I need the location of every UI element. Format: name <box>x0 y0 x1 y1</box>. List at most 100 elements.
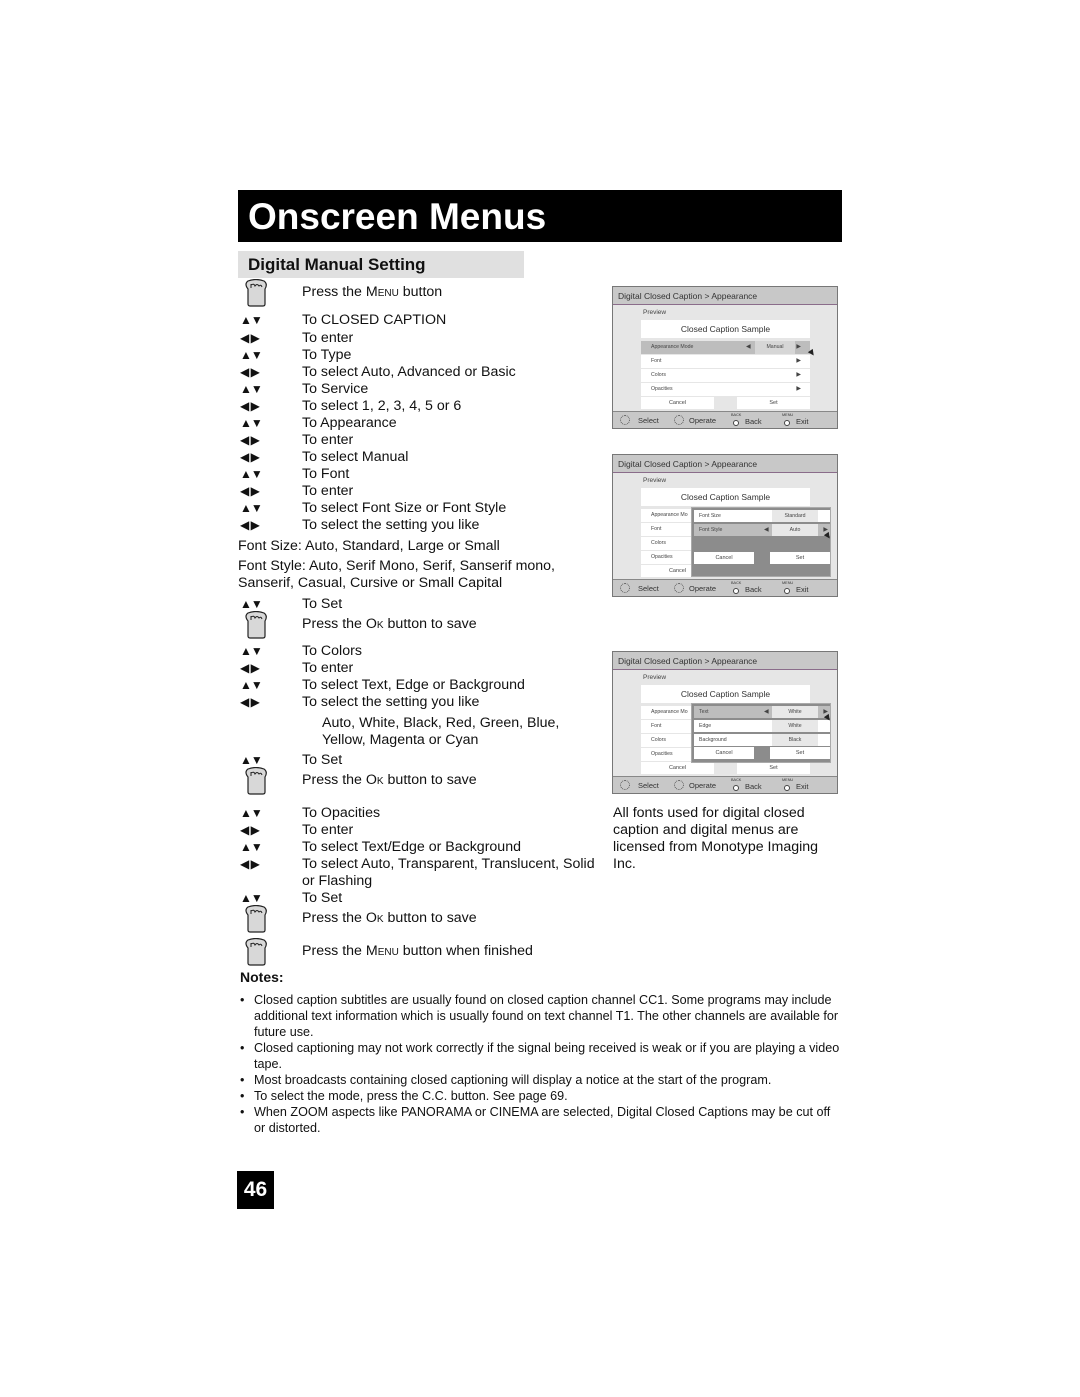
set-button[interactable]: Set <box>737 762 810 774</box>
step-text: To Set <box>302 752 343 768</box>
submenu-cancel-button[interactable]: Cancel <box>694 747 754 759</box>
arrow-left-icon: ◀ <box>764 709 769 715</box>
font-style-options-line2: Sanserif, Casual, Cursive or Small Capit… <box>238 575 503 591</box>
note-item: Closed captioning may not work correctly… <box>240 1040 840 1072</box>
cancel-button[interactable]: Cancel <box>641 762 714 774</box>
up-down-arrows-icon: ▲▼ <box>240 644 263 658</box>
font-size-value: Standard <box>772 510 818 522</box>
step-text: To Colors <box>302 643 362 659</box>
menu-screenshot-colors: Digital Closed Caption > Appearance Prev… <box>612 651 838 794</box>
menu-screenshot-font: Digital Closed Caption > Appearance Prev… <box>612 454 838 597</box>
no-icon <box>240 873 268 890</box>
up-down-arrows-icon: ▲▼ <box>240 348 263 362</box>
up-down-arrows-icon: ▲▼ <box>240 806 263 820</box>
left-right-arrows-icon: ◀ ▶ <box>240 661 260 675</box>
step-text: To Service <box>302 381 369 397</box>
step-text: To Set <box>302 596 343 612</box>
submenu-row-background[interactable]: Background Black <box>694 734 830 746</box>
left-right-arrows-icon: ◀ ▶ <box>240 399 260 413</box>
notes-heading: Notes: <box>240 969 284 985</box>
submenu-row-edge[interactable]: Edge White <box>694 720 830 732</box>
hand-press-icon <box>245 279 267 307</box>
dpad-icon <box>674 415 684 425</box>
font-style-value: Auto <box>772 524 818 536</box>
hand-press-icon <box>240 938 268 966</box>
back-button-icon <box>733 785 739 791</box>
arrow-left-icon: ◀ <box>764 527 769 533</box>
menu-row-font[interactable]: Font ▶ <box>641 355 810 368</box>
step-text: Press the Ok button to save <box>302 772 477 788</box>
dpad-icon <box>620 780 630 790</box>
note-item: To select the mode, press the C.C. butto… <box>240 1088 840 1104</box>
font-style-options-line1: Font Style: Auto, Serif Mono, Serif, San… <box>238 558 556 574</box>
hand-press-icon <box>240 279 268 307</box>
left-right-arrows-icon: ◀ ▶ <box>240 484 260 498</box>
edge-color-value: White <box>772 720 818 732</box>
menu-row-opacities[interactable]: Opacities ▶ <box>641 383 810 396</box>
menu-footer: Select Operate BACK Back MENU Exit <box>613 776 837 793</box>
mode-value: Manual <box>755 341 795 354</box>
page-number: 46 <box>237 1171 274 1209</box>
arrow-right-icon: ▶ <box>796 358 801 364</box>
caption-sample: Closed Caption Sample <box>641 685 810 703</box>
step-text: To Font <box>302 466 350 482</box>
dpad-icon <box>674 780 684 790</box>
menu-row-colors[interactable]: Colors ▶ <box>641 369 810 382</box>
left-right-arrows-icon: ◀ ▶ <box>240 450 260 464</box>
up-down-arrows-icon: ▲▼ <box>240 678 263 692</box>
cancel-button[interactable]: Cancel <box>641 397 714 409</box>
background-color-value: Black <box>772 734 818 746</box>
step-text: To Type <box>302 347 352 363</box>
button-name: Menu <box>365 943 399 959</box>
font-license-note: All fonts used for digital closed captio… <box>613 805 819 872</box>
submenu-row-font-size[interactable]: Font Size Standard <box>694 510 830 522</box>
button-name: Ok <box>365 772 384 788</box>
menu-breadcrumb: Digital Closed Caption > Appearance <box>613 652 837 670</box>
dpad-icon <box>620 583 630 593</box>
step-text: To select the setting you like <box>302 517 480 533</box>
step-text: To select Text, Edge or Background <box>302 677 525 693</box>
menu-row-appearance-mode[interactable]: Appearance Mode ◀ Manual ▶ <box>641 341 810 354</box>
arrow-left-icon: ◀ <box>746 344 751 350</box>
submenu-row-text[interactable]: Text ◀ White ▶ <box>694 706 830 718</box>
step-text: To enter <box>302 330 354 346</box>
left-right-arrows-icon: ◀ ▶ <box>240 365 260 379</box>
section-heading-bar: Digital Manual Setting <box>238 251 524 278</box>
step-text: To select Text/Edge or Background <box>302 839 521 855</box>
dpad-icon <box>674 583 684 593</box>
button-name: Menu <box>365 284 399 300</box>
button-name: Ok <box>365 616 384 632</box>
step-text: Press the Menu button when finished <box>302 943 533 959</box>
left-right-arrows-icon: ◀ ▶ <box>240 518 260 532</box>
left-right-arrows-icon: ◀ ▶ <box>240 695 260 709</box>
submenu-cancel-button[interactable]: Cancel <box>694 552 754 564</box>
preview-label: Preview <box>643 674 667 681</box>
step-text: or Flashing <box>302 873 373 889</box>
arrow-right-icon: ▶ <box>796 372 801 378</box>
left-right-arrows-icon: ◀ ▶ <box>240 823 260 837</box>
hand-press-icon <box>245 611 267 639</box>
font-submenu: Font Size Standard Font Style ◀ Auto ▶ C… <box>691 507 831 577</box>
submenu-set-button[interactable]: Set <box>770 747 830 759</box>
step-text: To enter <box>302 822 354 838</box>
up-down-arrows-icon: ▲▼ <box>240 382 263 396</box>
step-text: To select the setting you like <box>302 694 480 710</box>
colors-submenu: Text ◀ White ▶ Edge White Background Bla… <box>691 703 831 763</box>
up-down-arrows-icon: ▲▼ <box>240 501 263 515</box>
submenu-set-button[interactable]: Set <box>770 552 830 564</box>
set-button[interactable]: Set <box>737 397 810 409</box>
left-right-arrows-icon: ◀ ▶ <box>240 857 260 871</box>
note-item: Closed caption subtitles are usually fou… <box>240 992 840 1040</box>
menu-breadcrumb: Digital Closed Caption > Appearance <box>613 455 837 473</box>
arrow-right-icon: ▶ <box>796 344 801 350</box>
up-down-arrows-icon: ▲▼ <box>240 416 263 430</box>
hand-press-icon <box>245 905 267 933</box>
submenu-row-font-style[interactable]: Font Style ◀ Auto ▶ <box>694 524 830 536</box>
up-down-arrows-icon: ▲▼ <box>240 467 263 481</box>
hand-press-icon <box>245 938 267 966</box>
menu-footer: Select Operate BACK Back MENU Exit <box>613 411 837 428</box>
note-item: Most broadcasts containing closed captio… <box>240 1072 840 1088</box>
color-options-line1: Auto, White, Black, Red, Green, Blue, <box>322 715 560 731</box>
dpad-icon <box>620 415 630 425</box>
step-text: Press the Menu button <box>302 284 443 300</box>
